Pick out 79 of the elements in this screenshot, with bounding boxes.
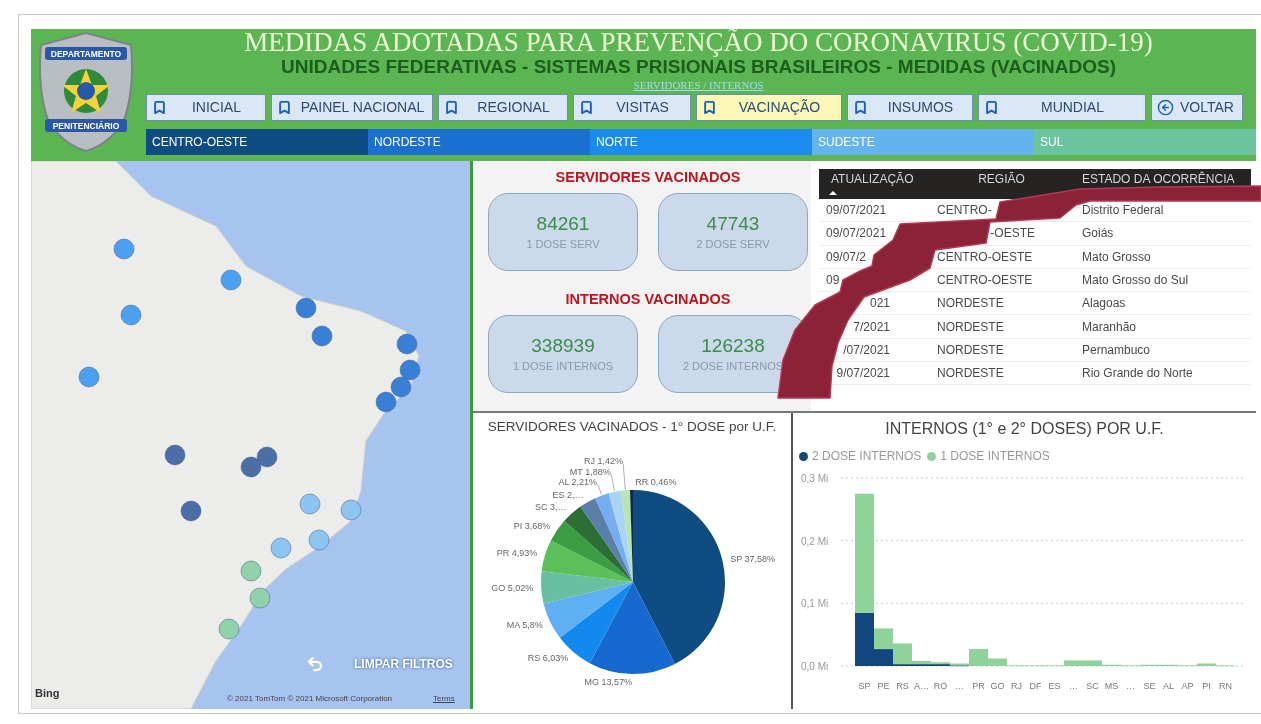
slice-label: MT 1,88% [569,467,611,478]
kpi-value: 47743 [706,212,760,236]
category-label: GO [990,681,1005,691]
table-cell-text: NORDESTE [937,341,1005,358]
kpi-value: 126238 [701,334,765,358]
category-label: RO [933,681,948,691]
legend-label: 2 DOSE INTERNOS [812,448,922,465]
category-label: PR [972,681,985,691]
category-label: DF [1029,681,1042,691]
category-label: RN [1219,681,1232,691]
table-cell-text: 021 [868,295,890,312]
table-cell-text: NORDESTE [937,365,1005,382]
slice-label: PI 3,68% [513,520,551,531]
slice-label: MA 5,8% [506,620,543,631]
section-title: SERVIDORES VACINADOS [555,168,741,187]
category-label: ES [1048,681,1061,691]
slice-label: SC 3,… [535,502,567,513]
slice-label: MG 13,57% [584,677,633,687]
dashboard-subtitle: UNIDADES FEDERATIVAS - SISTEMAS PRISIONAIS BRASILEIROS - MEDIDAS (VACINADOS) [281,56,1116,79]
table-cell-text: 09 [826,272,841,289]
category-label: A… [914,681,929,691]
table-cell-text: CENTRO- [937,202,993,219]
slice-label: RR 0,46% [635,477,677,487]
table-cell-text: Pernambuco [1082,341,1152,358]
slice-label: ES 2,… [552,490,584,501]
category-label: SE [1143,681,1156,691]
slice-label: AL 2,21% [558,477,598,488]
map-provider: Bing [35,686,60,701]
table-cell-text: Maranhão [1082,318,1138,335]
table-cell-text: Goiás [1082,225,1115,242]
kpi-label: 1 DOSE SERV [526,237,600,252]
table-cell-text: Alagoas [1082,295,1127,312]
category-label: SP [858,681,871,691]
category-label: SC [1086,681,1099,691]
slice-label: SP 37,58% [730,553,776,564]
category-label: MS [1104,681,1119,691]
table-cell-text: 09/07/2021 [826,225,888,242]
legend-label: 1 DOSE INTERNOS [940,448,1050,465]
category-label: RJ [1011,681,1022,691]
axis-label: 0,3 Mi [801,473,829,484]
table-cell-text: 09/07/2 [826,248,868,265]
table-cell-text: Mato Grosso [1082,248,1152,265]
category-label: PI [1202,681,1211,691]
axis-label: 0,2 Mi [801,535,829,547]
category-label: AP [1181,681,1194,691]
table-cell-text: -OESTE [989,225,1035,242]
chart-title: INTERNOS (1° e 2° DOSES) POR U.F. [884,419,1165,439]
category-label: PE [877,681,890,691]
category-label: … [1069,681,1078,691]
chart-title: SERVIDORES VACINADOS - 1° DOSE por U.F. [487,418,777,436]
category-label: AL [1163,681,1174,691]
axis-label: 0,1 Mi [801,598,829,610]
kpi-label: 1 DOSE INTERNOS [512,359,614,374]
table-cell-text: NORDESTE [937,318,1005,335]
kpi-value: 84261 [536,212,590,236]
slice-label: RJ 1,42% [583,456,623,467]
table-cell-text: CENTRO-OESTE [937,272,1034,289]
slice-label: GO 5,02% [491,583,534,594]
slice-label: RS 6,03% [527,653,569,664]
table-cell-text: Rio Grande do Norte [1082,365,1194,382]
table-cell-text: 9/07/2021 [835,365,890,382]
axis-label: 0,0 Mi [801,661,829,672]
map-attribution: © 2021 TomTom © 2021 Microsoft Corporation [227,693,393,705]
table-cell-text: Mato Grosso do Sul [1082,272,1190,289]
table-cell-text: CENTRO-OESTE [937,248,1034,265]
category-label: … [955,681,964,691]
category-label: … [1126,681,1135,691]
kpi-label: 2 DOSE SERV [696,237,770,252]
table-cell-text: Distrito Federal [1082,202,1165,219]
kpi-value: 338939 [531,334,595,358]
table-cell-text: 7/2021 [852,318,890,335]
kpi-label: 2 DOSE INTERNOS [682,359,784,374]
dashboard-title: MEDIDAS ADOTADAS PARA PREVENÇÃO DO CORONAVIRUS (COVID-19) [244,29,1153,55]
section-title: INTERNOS VACINADOS [565,290,731,309]
table-cell-text: 09/07/2021 [826,202,888,219]
table-cell-text: NORDESTE [937,295,1005,312]
slice-label: PR 4,93% [496,548,538,559]
category-label: RS [896,681,909,691]
table-cell-text: /07/2021 [842,341,890,358]
